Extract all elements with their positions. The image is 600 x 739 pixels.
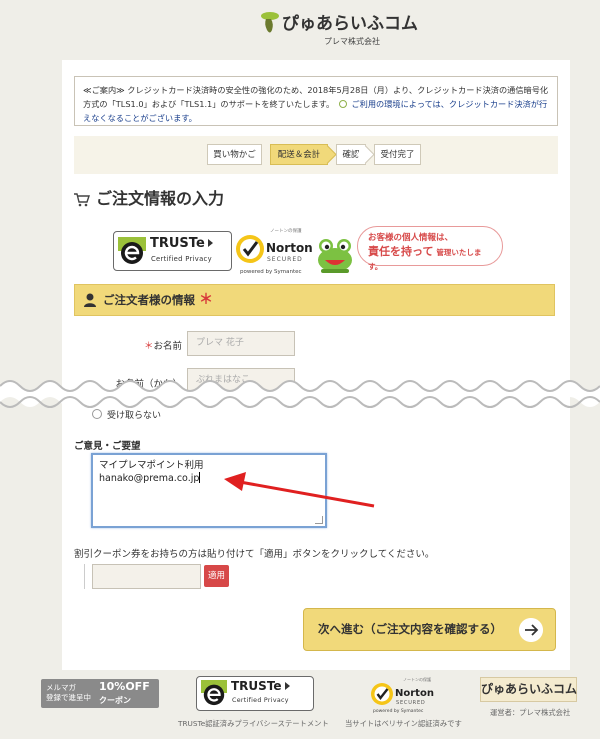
mailmag-coupon-banner[interactable]: メルマガ 登録で進呈中 10%OFF クーポン (41, 679, 159, 708)
radio-do-not-receive[interactable]: 受け取らない (92, 408, 161, 421)
name-label: ＊お名前 (102, 338, 182, 352)
truste-caption: TRUSTe認証済みプライバシーステートメント (178, 719, 329, 728)
tls-notice: ≪ご案内≫ クレジットカード決済時の安全性の強化のため、2018年5月28日（月… (74, 76, 558, 126)
red-arrow-annotation-icon (224, 472, 375, 508)
resize-grip-icon[interactable] (315, 516, 323, 524)
bubble-line1: お客様の個人情報は、 (368, 233, 454, 243)
radio-circle[interactable] (92, 409, 102, 419)
step-label: 配送＆会計 (277, 150, 321, 160)
text-caret (199, 472, 201, 483)
mailmag-pct: 10%OFF (99, 680, 150, 693)
truste-sub: Certified Privacy (151, 255, 212, 263)
opinion-line2: hanako@prema.co.jp (99, 473, 200, 484)
bubble-big: 責任を持って (368, 245, 434, 258)
footer-norton-badge[interactable]: ノートンの保護 Norton SECURED powered by Symant… (369, 676, 437, 714)
operator-caption: 運営者：プレマ株式会社 (490, 708, 571, 717)
arrow-right-icon (519, 618, 543, 642)
wave-cut-divider (0, 380, 600, 408)
norton-by: powered by Symantec (240, 269, 302, 275)
coupon-divider (84, 564, 85, 589)
step-label: 受付完了 (380, 150, 415, 160)
apply-button[interactable]: 適用 (204, 565, 229, 587)
step-complete: 受付完了 (374, 144, 421, 165)
opinion-label: ご意見・ご要望 (74, 441, 141, 452)
norton-top-text: ノートンの保護 (270, 227, 302, 234)
page-title: ご注文情報の入力 (74, 185, 224, 209)
circle-icon (338, 100, 347, 108)
next-button[interactable]: 次へ進む（ご注文内容を確認する） (303, 608, 556, 651)
company-name: プレマ株式会社 (324, 37, 380, 46)
truste-e-icon (201, 680, 227, 706)
step-label: 買い物かご (213, 150, 256, 160)
norton-name: Norton (395, 688, 434, 699)
section-header: ご注文者様の情報 ＊ (74, 284, 555, 316)
norton-secured-text: SECURED (396, 700, 426, 706)
norton-secured-text: SECURED (267, 256, 303, 263)
truste-name: TRUSTe (150, 236, 213, 251)
section-title: ご注文者様の情報 (103, 293, 195, 307)
footer-truste-badge[interactable]: TRUSTe Certified Privacy (196, 676, 314, 711)
step-confirm: 確認 (336, 144, 375, 165)
next-button-label: 次へ進む（ご注文内容を確認する） (318, 622, 502, 636)
step-arrow (356, 145, 375, 164)
required-mark: ＊ (199, 292, 214, 308)
norton-secured-badge[interactable]: ノートンの保護 Norton SECURED powered by Symant… (234, 226, 314, 276)
footer-logo[interactable]: ぴゅあらいふコム (480, 677, 577, 702)
name-label-text: お名前 (153, 341, 182, 352)
step-shipping: 配送＆会計 (270, 144, 337, 165)
radio-label: 受け取らない (107, 411, 162, 421)
person-icon (84, 293, 96, 307)
truste-sub: Certified Privacy (232, 697, 289, 704)
step-arrow (318, 145, 337, 164)
mailmag-coupon: クーポン (99, 696, 131, 705)
norton-caption: 当サイトはベリサイン認証済みです (345, 719, 462, 728)
norton-name: Norton (266, 241, 313, 255)
page-title-text: ご注文情報の入力 (96, 189, 225, 208)
coupon-input[interactable] (92, 564, 201, 589)
checkout-steps: 買い物かご 配送＆会計 確認 受付完了 (74, 136, 558, 174)
cart-icon (74, 193, 90, 207)
privacy-speech-bubble: お客様の個人情報は、 責任を持って 管理いたします。 (357, 226, 503, 271)
logo-text: ぴゅあらいふコム (282, 14, 418, 34)
step-cart: 買い物かご (207, 144, 262, 165)
truste-name: TRUSTe (231, 679, 290, 693)
norton-top-text: ノートンの保護 (403, 676, 431, 682)
norton-by: powered by Symantec (373, 708, 424, 714)
truste-e-icon (118, 237, 146, 264)
leaf-logo-icon (261, 12, 279, 33)
truste-badge[interactable]: TRUSTe Certified Privacy (113, 231, 232, 271)
frog-mascot-icon (318, 239, 352, 273)
name-input[interactable]: プレマ 花子 (187, 331, 295, 356)
site-logo[interactable]: ぴゅあらいふコム プレマ株式会社 (258, 8, 418, 46)
coupon-label: 割引クーポン券をお持ちの方は貼り付けて「適用」ボタンをクリックしてください。 (74, 549, 435, 560)
